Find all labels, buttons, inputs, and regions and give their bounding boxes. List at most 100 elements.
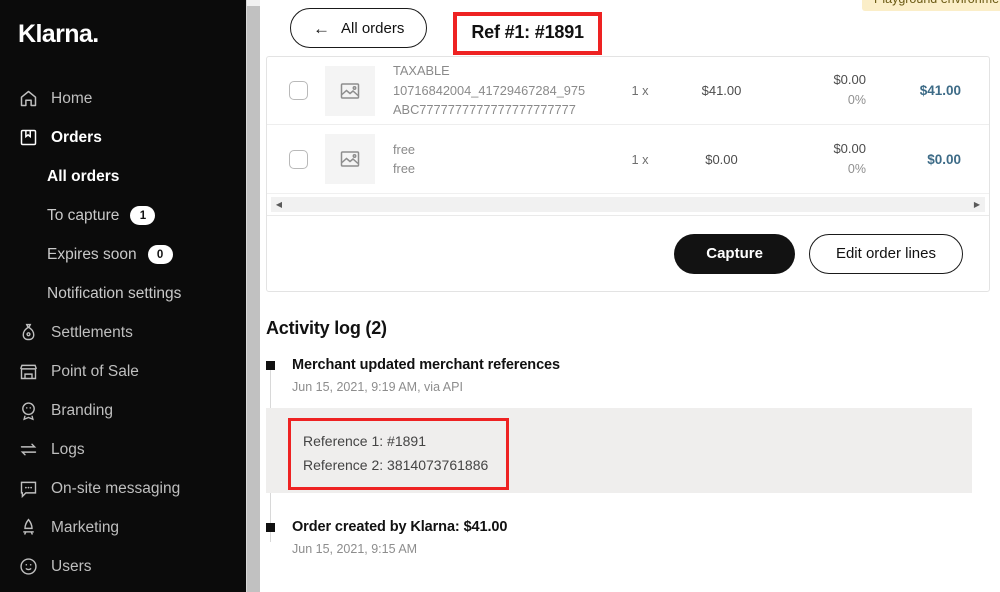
expires-soon-count-badge: 0 [147, 245, 173, 264]
sidebar-item-notification-settings[interactable]: Notification settings [0, 274, 246, 313]
line-reference-1: 10716842004_41729467284_975 [393, 82, 586, 98]
chat-bubble-icon [16, 477, 40, 501]
timeline-dot-icon [266, 361, 275, 370]
edit-order-lines-button[interactable]: Edit order lines [808, 233, 963, 274]
activity-entry: Merchant updated merchant references Jun… [266, 357, 1000, 493]
sidebar-item-point-of-sale[interactable]: Point of Sale [0, 352, 246, 391]
activity-headline: Order created by Klarna: $41.00 [292, 519, 508, 535]
page-vertical-scrollbar[interactable] [246, 0, 260, 592]
sidebar-item-all-orders[interactable]: All orders [0, 157, 246, 196]
reference-1-line: Reference 1: #1891 [303, 433, 426, 449]
activity-log-section: Activity log (2) Merchant updated mercha… [260, 318, 1000, 556]
line-quantity: 1 x [631, 151, 649, 167]
megaphone-icon [16, 516, 40, 540]
line-description: free free [393, 140, 611, 179]
sidebar-item-label: Marketing [51, 518, 120, 536]
sidebar-item-label: Point of Sale [51, 362, 139, 380]
klarna-logo: Klarna. [18, 20, 99, 48]
sidebar-item-branding[interactable]: Branding [0, 391, 246, 430]
line-name: free [393, 141, 416, 157]
sidebar-item-label: Home [51, 89, 93, 107]
line-unit-price: $0.00 [705, 151, 738, 167]
sidebar-item-users[interactable]: Users [0, 547, 246, 586]
to-capture-count-badge: 1 [130, 206, 156, 225]
scroll-left-arrow-icon[interactable]: ◀ [271, 197, 287, 212]
ref-title-highlight: Ref #1: #1891 [453, 12, 602, 55]
sidebar-item-orders[interactable]: Orders [0, 118, 246, 157]
table-horizontal-scrollbar[interactable]: ◀ ▶ [267, 193, 989, 215]
line-tax-amount: $0.00 [833, 140, 866, 156]
sidebar-item-to-capture[interactable]: To capture 1 [0, 196, 246, 235]
sidebar-subitem-label: To capture [47, 206, 120, 224]
scrollbar-track[interactable] [287, 197, 969, 212]
product-image-placeholder-icon [325, 134, 375, 184]
product-image-placeholder-icon [325, 65, 375, 116]
line-description: TAXABLE 10716842004_41729467284_975 ABC7… [393, 61, 611, 119]
scrollbar-thumb[interactable] [247, 6, 260, 592]
transfer-arrows-icon [16, 438, 40, 462]
activity-log-title: Activity log (2) [266, 318, 387, 338]
sidebar-item-marketing[interactable]: Marketing [0, 508, 246, 547]
sidebar-item-expires-soon[interactable]: Expires soon 0 [0, 235, 246, 274]
line-quantity: 1 x [631, 83, 649, 98]
sidebar-nav: Home Orders All orders To capture 1 Expi… [0, 79, 246, 586]
sidebar-item-home[interactable]: Home [0, 79, 246, 118]
line-tax: $0.00 0% [774, 70, 866, 111]
sidebar-item-label: On-site messaging [51, 479, 181, 497]
sidebar-item-label: Branding [51, 401, 114, 419]
sidebar-subitem-label: All orders [47, 167, 120, 185]
activity-headline: Merchant updated merchant references [292, 357, 560, 373]
activity-timestamp: Jun 15, 2021, 9:15 AM [292, 542, 418, 556]
smiley-face-icon [16, 555, 40, 579]
sidebar-item-label: Logs [51, 440, 85, 458]
branding-badge-icon [16, 399, 40, 423]
home-icon [16, 87, 40, 111]
line-total: $0.00 [927, 151, 961, 167]
activity-entry: Order created by Klarna: $41.00 Jun 15, … [266, 519, 1000, 556]
table-row[interactable]: free free 1 x $0.00 $0.00 0% $0.00 [267, 125, 989, 193]
references-highlight: Reference 1: #1891 Reference 2: 38140737… [288, 418, 510, 491]
line-tax: $0.00 0% [774, 139, 866, 180]
storefront-icon [16, 360, 40, 384]
back-button-label: All orders [341, 19, 405, 37]
main-content: ← All orders Ref #1: #1891 Playground en… [246, 0, 1000, 592]
orders-box-icon [16, 126, 40, 150]
row-checkbox[interactable] [289, 81, 308, 100]
klarna-merchant-portal: Klarna. Home Orders All orders To captur… [0, 0, 1000, 592]
line-unit-price: $41.00 [701, 83, 742, 98]
sidebar-subitem-label: Notification settings [47, 284, 182, 302]
sidebar-item-on-site-messaging[interactable]: On-site messaging [0, 469, 246, 508]
arrow-left-icon: ← [313, 18, 330, 38]
line-tax-percent: 0% [847, 161, 866, 176]
line-name: TAXABLE [393, 63, 450, 79]
capture-button[interactable]: Capture [674, 233, 795, 274]
reference-2-line: Reference 2: 3814073761886 [303, 457, 489, 474]
line-tax-amount: $0.00 [833, 72, 866, 88]
timeline-dot-icon [266, 523, 275, 532]
order-lines-card: TAXABLE 10716842004_41729467284_975 ABC7… [266, 56, 990, 292]
sidebar-item-logs[interactable]: Logs [0, 430, 246, 469]
line-reference-1: free [393, 161, 416, 176]
environment-badge: Playground environment (us) [862, 0, 1000, 11]
line-reference-2: ABC7777777777777777777777 [393, 102, 576, 118]
money-bag-icon [16, 321, 40, 345]
all-orders-back-button[interactable]: ← All orders [290, 8, 428, 48]
sidebar: Klarna. Home Orders All orders To captur… [0, 0, 246, 592]
activity-detail-panel: Reference 1: #1891 Reference 2: 38140737… [266, 408, 972, 493]
sidebar-subitem-label: Expires soon [47, 245, 137, 263]
line-tax-percent: 0% [847, 93, 866, 108]
activity-timeline: Merchant updated merchant references Jun… [266, 357, 1000, 556]
line-total: $41.00 [919, 83, 961, 98]
sidebar-item-label: Orders [51, 128, 102, 146]
sidebar-item-label: Users [51, 557, 92, 575]
order-lines-table: TAXABLE 10716842004_41729467284_975 ABC7… [267, 57, 989, 193]
scroll-right-arrow-icon[interactable]: ▶ [969, 197, 985, 212]
topbar: ← All orders Ref #1: #1891 Playground en… [260, 0, 1000, 56]
page-title: Ref #1: #1891 [471, 22, 584, 42]
activity-timestamp: Jun 15, 2021, 9:19 AM, via API [292, 380, 463, 394]
sidebar-item-settlements[interactable]: Settlements [0, 313, 246, 352]
row-checkbox[interactable] [289, 149, 308, 169]
sidebar-item-label: Settlements [51, 323, 133, 341]
order-lines-actions: Capture Edit order lines [267, 215, 989, 291]
table-row[interactable]: TAXABLE 10716842004_41729467284_975 ABC7… [267, 57, 989, 125]
